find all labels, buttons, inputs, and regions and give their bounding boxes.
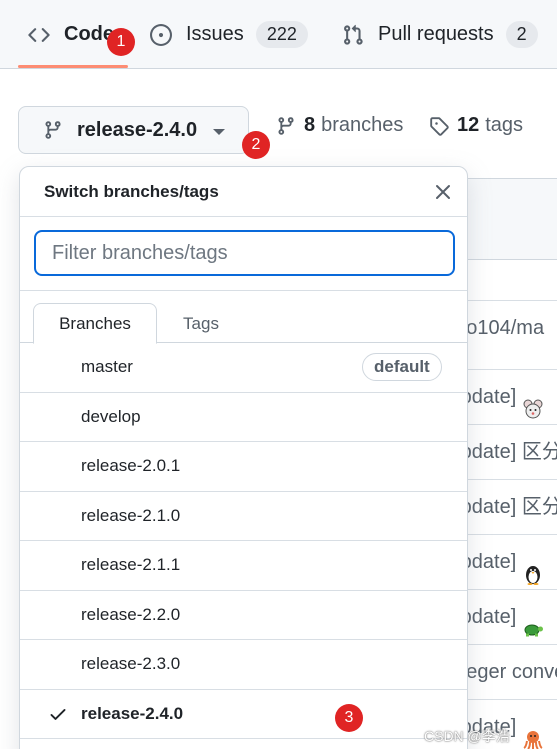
branch-item-release-2-1-1[interactable]: release-2.1.1 bbox=[20, 541, 467, 591]
tab-pull-requests-label: Pull requests bbox=[378, 23, 494, 45]
annotation-marker-3: 3 bbox=[335, 704, 363, 732]
issue-opened-icon bbox=[150, 23, 172, 46]
branch-item-release-2-2-0[interactable]: release-2.2.0 bbox=[20, 591, 467, 640]
branches-count: 8 bbox=[304, 114, 316, 136]
branch-select-button[interactable]: release-2.4.0 bbox=[18, 106, 249, 154]
branch-name: release-2.0.1 bbox=[81, 456, 181, 476]
branch-list: master default develop release-2.0.1 rel… bbox=[20, 343, 467, 739]
chevron-down-icon bbox=[213, 129, 225, 135]
tab-tags[interactable]: Tags bbox=[160, 303, 242, 344]
tags-word: tags bbox=[485, 114, 524, 136]
branch-item-release-2-4-0[interactable]: release-2.4.0 bbox=[20, 690, 467, 739]
tag-icon bbox=[429, 116, 449, 136]
octopus-emoji-icon bbox=[522, 717, 544, 749]
tab-issues[interactable]: Issues 222 bbox=[150, 0, 308, 69]
branch-switch-dropdown: Switch branches/tags Branches Tags maste… bbox=[19, 166, 468, 749]
tab-issues-label: Issues bbox=[186, 23, 244, 45]
close-icon[interactable] bbox=[432, 181, 454, 203]
branch-item-master[interactable]: master default bbox=[20, 343, 467, 393]
tab-pull-requests[interactable]: Pull requests 2 bbox=[342, 0, 538, 69]
dropdown-title: Switch branches/tags bbox=[44, 182, 219, 201]
tab-code[interactable]: Code bbox=[28, 0, 114, 69]
branch-item-release-2-3-0[interactable]: release-2.3.0 bbox=[20, 640, 467, 690]
mouse-emoji-icon bbox=[522, 387, 544, 419]
branch-item-release-2-0-1[interactable]: release-2.0.1 bbox=[20, 442, 467, 492]
branch-name: master bbox=[81, 357, 133, 377]
tags-count: 12 bbox=[457, 114, 480, 136]
branch-name: release-2.1.0 bbox=[81, 505, 181, 525]
branch-name: release-2.4.0 bbox=[81, 703, 184, 723]
current-branch-label: release-2.4.0 bbox=[77, 118, 198, 141]
default-badge: default bbox=[362, 353, 442, 382]
turtle-emoji-icon bbox=[522, 607, 544, 637]
branches-word: branches bbox=[321, 114, 404, 136]
branch-item-develop[interactable]: develop bbox=[20, 393, 467, 442]
watermark: CSDN @李浩 bbox=[424, 728, 510, 744]
branch-name: release-2.3.0 bbox=[81, 654, 181, 674]
tags-link[interactable]: 12 tags bbox=[429, 114, 523, 137]
git-pull-request-icon bbox=[342, 24, 364, 46]
branch-name: release-2.1.1 bbox=[81, 555, 181, 575]
branch-name: develop bbox=[81, 406, 141, 426]
check-icon bbox=[48, 704, 68, 724]
filter-section bbox=[20, 217, 467, 291]
code-icon bbox=[28, 24, 50, 46]
branch-name: release-2.2.0 bbox=[81, 604, 181, 624]
git-branch-icon bbox=[43, 120, 63, 140]
branches-link[interactable]: 8 branches bbox=[276, 114, 403, 137]
active-tab-underline bbox=[18, 65, 128, 68]
git-branch-icon bbox=[276, 116, 296, 136]
annotation-marker-1: 1 bbox=[107, 28, 135, 56]
pulls-counter: 2 bbox=[505, 21, 538, 48]
dropdown-header: Switch branches/tags bbox=[20, 167, 467, 217]
filter-branches-input[interactable] bbox=[34, 230, 455, 276]
tab-branches[interactable]: Branches bbox=[33, 303, 157, 344]
branch-item-release-2-1-0[interactable]: release-2.1.0 bbox=[20, 492, 467, 541]
penguin-emoji-icon bbox=[522, 552, 544, 585]
repo-nav: Code Issues 222 Pull requests 2 bbox=[0, 0, 557, 69]
annotation-marker-2: 2 bbox=[242, 131, 270, 159]
dropdown-tabs: Branches Tags bbox=[20, 291, 467, 344]
issues-counter: 222 bbox=[255, 21, 308, 48]
